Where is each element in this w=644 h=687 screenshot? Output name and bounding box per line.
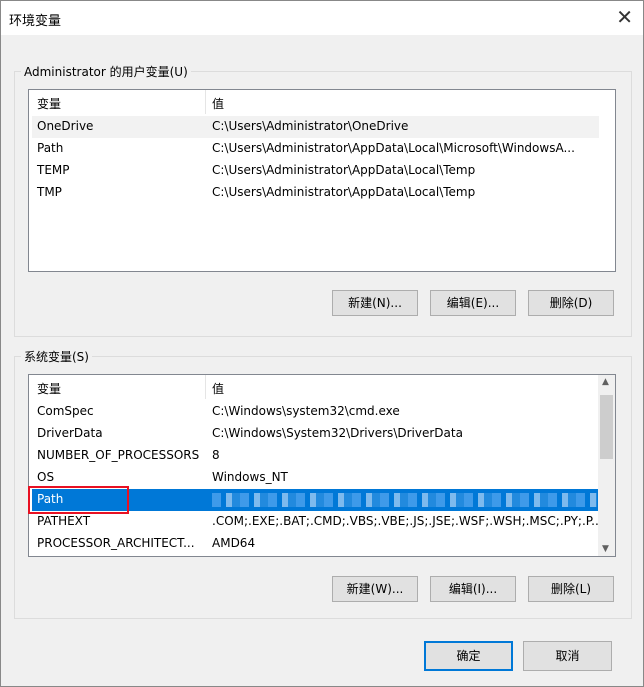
highlight-box bbox=[28, 486, 129, 514]
close-icon[interactable]: ✕ bbox=[616, 5, 633, 29]
system-vars-label: 系统变量(S) bbox=[21, 348, 92, 365]
vertical-scrollbar[interactable]: ▲ ▼ bbox=[598, 375, 615, 556]
table-row[interactable]: TEMP C:\Users\Administrator\AppData\Local… bbox=[32, 160, 599, 182]
table-row[interactable]: NUMBER_OF_PROCESSORS 8 bbox=[32, 445, 599, 467]
table-row[interactable]: ComSpec C:\Windows\system32\cmd.exe bbox=[32, 401, 599, 423]
var-name: PATHEXT bbox=[37, 514, 91, 528]
user-delete-button[interactable]: 删除(D) bbox=[528, 290, 614, 316]
system-vars-list[interactable]: 变量 值 ComSpec C:\Windows\system32\cmd.exe … bbox=[28, 374, 616, 557]
var-name: TMP bbox=[37, 185, 62, 199]
var-value: C:\Windows\system32\cmd.exe bbox=[212, 404, 400, 418]
column-header-variable[interactable]: 变量 bbox=[37, 95, 61, 112]
var-value: 8 bbox=[212, 448, 220, 462]
list-header: 变量 值 bbox=[29, 375, 599, 399]
var-name: DriverData bbox=[37, 426, 103, 440]
var-value: C:\Users\Administrator\AppData\Local\Tem… bbox=[212, 163, 476, 177]
var-name: ComSpec bbox=[37, 404, 94, 418]
system-edit-button[interactable]: 编辑(I)... bbox=[430, 576, 516, 602]
window-title: 环境变量 bbox=[9, 14, 62, 29]
user-vars-label: Administrator 的用户变量(U) bbox=[21, 63, 191, 80]
user-new-button[interactable]: 新建(N)... bbox=[332, 290, 418, 316]
var-value: C:\Users\Administrator\OneDrive bbox=[212, 119, 409, 133]
var-value: C:\Users\Administrator\AppData\Local\Mic… bbox=[212, 141, 575, 155]
table-row[interactable]: OneDrive C:\Users\Administrator\OneDrive bbox=[32, 116, 599, 138]
var-name: NUMBER_OF_PROCESSORS bbox=[37, 448, 200, 462]
var-name: TEMP bbox=[37, 163, 70, 177]
ok-button[interactable]: 确定 bbox=[424, 641, 513, 671]
table-row[interactable]: PROCESSOR_ARCHITECT... AMD64 bbox=[32, 533, 599, 555]
redacted-value bbox=[212, 493, 597, 507]
cancel-button[interactable]: 取消 bbox=[523, 641, 612, 671]
table-row[interactable]: PATHEXT .COM;.EXE;.BAT;.CMD;.VBS;.VBE;.JS… bbox=[32, 511, 603, 533]
var-value: C:\Users\Administrator\AppData\Local\Tem… bbox=[212, 185, 476, 199]
column-header-value[interactable]: 值 bbox=[212, 95, 224, 112]
var-name: PROCESSOR_ARCHITECT... bbox=[37, 536, 195, 550]
var-value: AMD64 bbox=[212, 536, 256, 550]
table-row[interactable]: TMP C:\Users\Administrator\AppData\Local\… bbox=[32, 182, 599, 204]
var-name: Path bbox=[37, 141, 64, 155]
scroll-down-icon[interactable]: ▼ bbox=[602, 544, 609, 554]
table-row[interactable]: Path C:\Users\Administrator\AppData\Local… bbox=[32, 138, 599, 160]
var-name: OneDrive bbox=[37, 119, 94, 133]
var-value: C:\Windows\System32\Drivers\DriverData bbox=[212, 426, 463, 440]
title-bar: 环境变量 ✕ bbox=[1, 1, 643, 35]
list-header: 变量 值 bbox=[29, 90, 599, 114]
var-value: Windows_NT bbox=[212, 470, 288, 484]
column-header-variable[interactable]: 变量 bbox=[37, 380, 61, 397]
table-row[interactable]: DriverData C:\Windows\System32\Drivers\Dr… bbox=[32, 423, 599, 445]
scrollbar-thumb[interactable] bbox=[600, 395, 613, 459]
user-edit-button[interactable]: 编辑(E)... bbox=[430, 290, 516, 316]
var-value: .COM;.EXE;.BAT;.CMD;.VBS;.VBE;.JS;.JSE;.… bbox=[212, 514, 603, 528]
system-new-button[interactable]: 新建(W)... bbox=[332, 576, 418, 602]
column-header-value[interactable]: 值 bbox=[212, 380, 224, 397]
system-delete-button[interactable]: 删除(L) bbox=[528, 576, 614, 602]
scroll-up-icon[interactable]: ▲ bbox=[602, 377, 609, 387]
user-vars-list[interactable]: 变量 值 OneDrive C:\Users\Administrator\OneD… bbox=[28, 89, 616, 272]
var-name: OS bbox=[37, 470, 55, 484]
